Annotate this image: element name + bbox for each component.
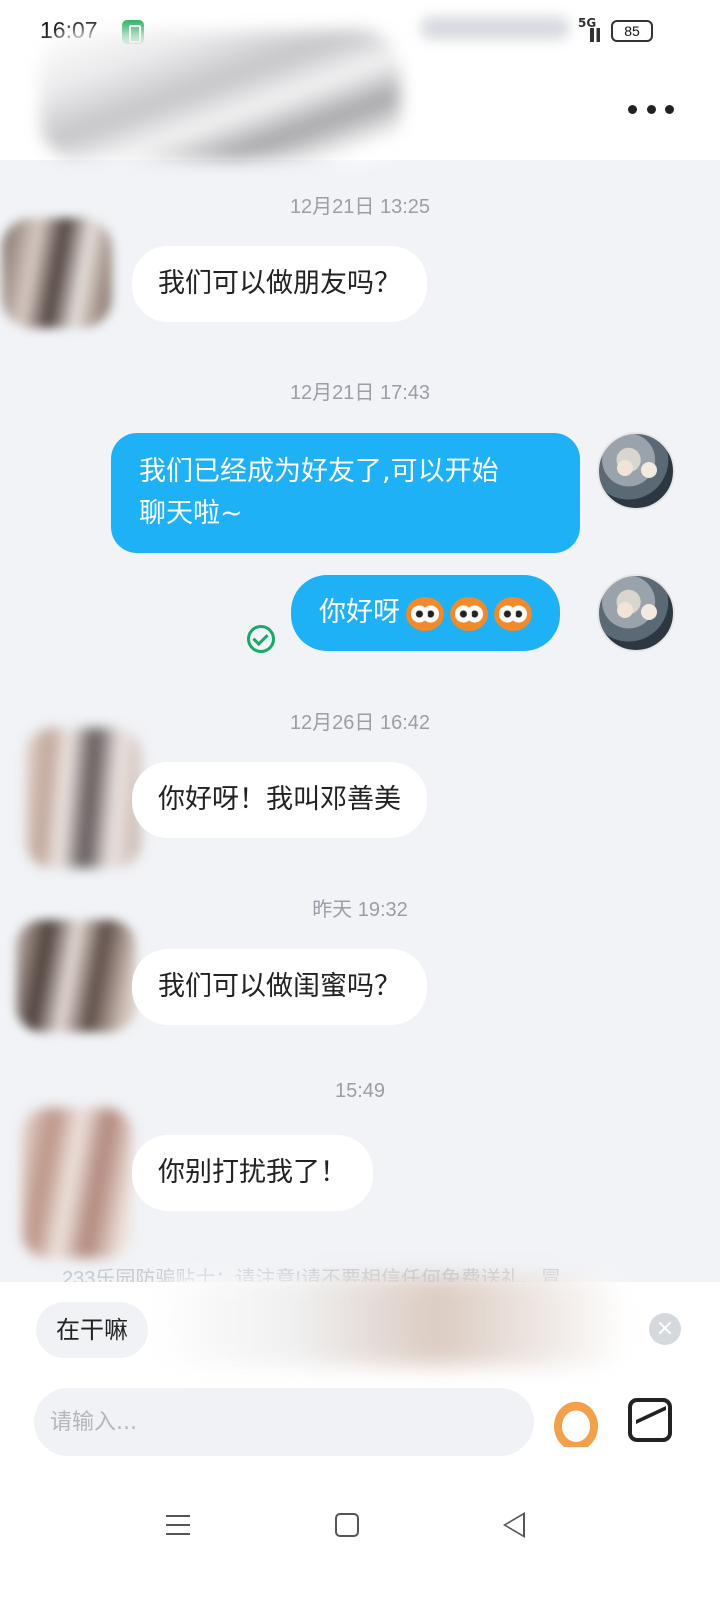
avatar[interactable]	[2, 218, 112, 328]
my-avatar[interactable]	[597, 574, 675, 652]
monkey-face-emoji	[494, 596, 532, 631]
quick-reply-chip[interactable]: 在干嘛	[36, 1302, 148, 1358]
message-bubble[interactable]: 我们可以做朋友吗？	[132, 246, 427, 322]
signal-icon	[590, 28, 604, 42]
sent-check-icon	[247, 625, 275, 653]
monkey-face-emoji	[406, 596, 444, 631]
avatar[interactable]	[22, 1108, 132, 1258]
more-dots-icon	[628, 104, 637, 114]
redacted-strip	[150, 1276, 630, 1366]
message-text-line: 我们已经成为好友了,可以开始	[139, 456, 499, 487]
contact-name-redacted	[40, 30, 400, 160]
timestamp: 昨天 19:32	[312, 899, 408, 921]
message-text: 你好呀	[319, 597, 400, 628]
timestamp: 12月21日 13:25	[289, 196, 431, 218]
message-bubble-sent[interactable]: 你好呀	[291, 575, 560, 651]
close-icon[interactable]: ×	[649, 1313, 681, 1345]
message-bubble[interactable]: 你好呀！我叫邓善美	[132, 762, 427, 838]
system-nav-bar	[0, 1470, 720, 1600]
home-icon[interactable]	[335, 1513, 359, 1537]
my-avatar[interactable]	[597, 432, 675, 510]
message-text-line: 聊天啦~	[139, 498, 243, 529]
message-bubble-sent[interactable]: 我们已经成为好友了,可以开始 聊天啦~	[111, 433, 580, 553]
monkey-face-emoji	[450, 596, 488, 631]
timestamp: 12月21日 17:43	[289, 382, 431, 404]
message-bubble[interactable]: 我们可以做闺蜜吗？	[132, 949, 427, 1025]
quick-reply-text: 在干嘛	[56, 1316, 128, 1344]
message-bubble[interactable]: 你别打扰我了！	[132, 1135, 373, 1211]
more-options-button[interactable]	[628, 96, 674, 122]
timestamp: 15:49	[334, 1080, 386, 1102]
image-icon[interactable]	[628, 1398, 672, 1442]
sticker-icon[interactable]	[548, 1395, 604, 1447]
battery-level: 85	[611, 20, 653, 42]
avatar[interactable]	[26, 728, 141, 868]
message-input[interactable]	[34, 1388, 534, 1456]
avatar[interactable]	[16, 920, 136, 1032]
menu-icon[interactable]	[166, 1515, 190, 1535]
back-icon[interactable]	[503, 1512, 525, 1538]
